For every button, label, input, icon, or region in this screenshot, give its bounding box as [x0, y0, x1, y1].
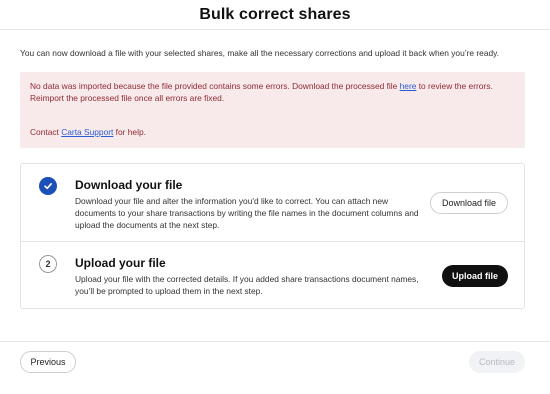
checkmark-icon	[44, 183, 52, 190]
carta-support-link[interactable]: Carta Support	[61, 127, 113, 137]
error-message: No data was imported because the file pr…	[30, 80, 515, 92]
step-download-description: Download your file and alter the informa…	[75, 196, 419, 230]
step-download: Download your file Download your file an…	[21, 164, 524, 242]
download-file-button[interactable]: Download file	[430, 192, 508, 214]
error-contact: Contact Carta Support for help.	[30, 126, 146, 138]
step-number-indicator: 2	[39, 255, 57, 273]
continue-button[interactable]: Continue	[469, 351, 525, 373]
step-download-title: Download your file	[75, 178, 183, 192]
error-here-link[interactable]: here	[400, 81, 417, 91]
previous-button[interactable]: Previous	[20, 351, 76, 373]
step-complete-indicator	[39, 177, 57, 195]
upload-file-button[interactable]: Upload file	[442, 265, 508, 287]
steps-card: Download your file Download your file an…	[20, 163, 525, 309]
page-title: Bulk correct shares	[199, 5, 351, 23]
contact-prefix: Contact	[30, 127, 62, 137]
error-message-line2: Reimport the processed file once all err…	[30, 93, 225, 103]
error-text-part2: to review the errors.	[416, 81, 493, 91]
step-upload-description: Upload your file with the corrected deta…	[75, 274, 419, 296]
modal-footer: Previous Continue	[0, 341, 550, 394]
step-upload: 2 Upload your file Upload your file with…	[21, 242, 524, 308]
modal-header: Bulk correct shares	[0, 0, 550, 30]
error-alert: No data was imported because the file pr…	[20, 72, 525, 148]
contact-suffix: for help.	[113, 127, 146, 137]
error-text-part1: No data was imported because the file pr…	[30, 81, 400, 91]
intro-text: You can now download a file with your se…	[20, 48, 500, 58]
step-upload-title: Upload your file	[75, 256, 166, 270]
